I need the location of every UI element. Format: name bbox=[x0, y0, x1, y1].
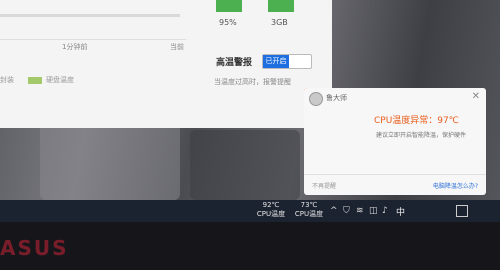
cpu-temp-notification: 鲁大师 ✕ CPU温度异常：97℃ 建议立即开启智能降温，保护硬件 不再提醒 电… bbox=[304, 88, 486, 195]
tray-temp-label: CPU温度 bbox=[256, 210, 286, 218]
network-icon[interactable]: ◫ bbox=[369, 206, 378, 216]
volume-icon[interactable]: ♪ bbox=[382, 206, 388, 216]
stat-bar-cpu bbox=[216, 0, 242, 12]
chevron-up-icon[interactable]: ^ bbox=[330, 206, 338, 216]
tray-temp-second[interactable]: 73℃ CPU温度 bbox=[293, 201, 325, 219]
taskbar: 92℃ CPU温度 73℃ CPU温度 ^ ⛉ ≋ ◫ ♪ 中 bbox=[0, 200, 500, 222]
axis-label-start: 1分钟前 bbox=[62, 43, 88, 51]
notification-header: 鲁大师 ✕ bbox=[304, 88, 486, 108]
stat-value-cpu: 95% bbox=[219, 18, 237, 27]
desktop-wallpaper bbox=[40, 120, 180, 200]
alert-description: 当温度过高时，报警提醒 bbox=[214, 78, 291, 86]
shield-icon[interactable]: ⛉ bbox=[343, 206, 350, 216]
legend-label-disk: 硬盘温度 bbox=[46, 76, 74, 84]
screen: 95% 3GB 1分钟前 当前 封装 硬盘温度 高温警报 已开启 当温度过高时，… bbox=[0, 0, 500, 222]
desktop-wallpaper-shade bbox=[190, 130, 300, 200]
notification-message: 建议立即开启智能降温，保护硬件 bbox=[376, 132, 467, 139]
ime-indicator[interactable]: 中 bbox=[396, 205, 405, 218]
laptop-bezel bbox=[0, 222, 500, 270]
notification-title: CPU温度异常：97℃ bbox=[374, 116, 459, 126]
chart-axis bbox=[0, 39, 186, 40]
tray-temp-cpu[interactable]: 92℃ CPU温度 bbox=[255, 201, 287, 219]
load-bar bbox=[0, 14, 180, 17]
tray-temp-value: 92℃ bbox=[262, 201, 280, 209]
close-icon[interactable]: ✕ bbox=[472, 91, 480, 102]
toggle-on-label: 已开启 bbox=[263, 55, 289, 68]
action-center-icon[interactable] bbox=[456, 205, 468, 217]
legend-label-package: 封装 bbox=[0, 76, 14, 84]
high-temp-alert-toggle[interactable]: 已开启 bbox=[262, 54, 312, 69]
notification-footer: 不再提醒 电脑降温怎么办? bbox=[304, 174, 486, 195]
axis-label-end: 当前 bbox=[170, 43, 184, 51]
notification-body: CPU温度异常：97℃ 建议立即开启智能降温，保护硬件 bbox=[304, 108, 486, 174]
legend-swatch-disk bbox=[28, 77, 42, 84]
wifi-icon[interactable]: ≋ bbox=[356, 206, 364, 216]
high-temp-alert-title: 高温警报 bbox=[216, 58, 253, 68]
dont-remind-link[interactable]: 不再提醒 bbox=[312, 181, 336, 190]
brand-logo: ASUS bbox=[0, 236, 69, 260]
tray-temp-label: CPU温度 bbox=[294, 210, 324, 218]
stat-value-memory: 3GB bbox=[271, 18, 288, 27]
app-window: 95% 3GB 1分钟前 当前 封装 硬盘温度 高温警报 已开启 当温度过高时，… bbox=[0, 0, 332, 128]
app-avatar-icon bbox=[309, 92, 323, 106]
notification-app-name: 鲁大师 bbox=[326, 94, 347, 102]
cool-down-link[interactable]: 电脑降温怎么办? bbox=[433, 181, 478, 190]
tray-temp-value: 73℃ bbox=[300, 201, 318, 209]
stat-bar-memory bbox=[268, 0, 294, 12]
